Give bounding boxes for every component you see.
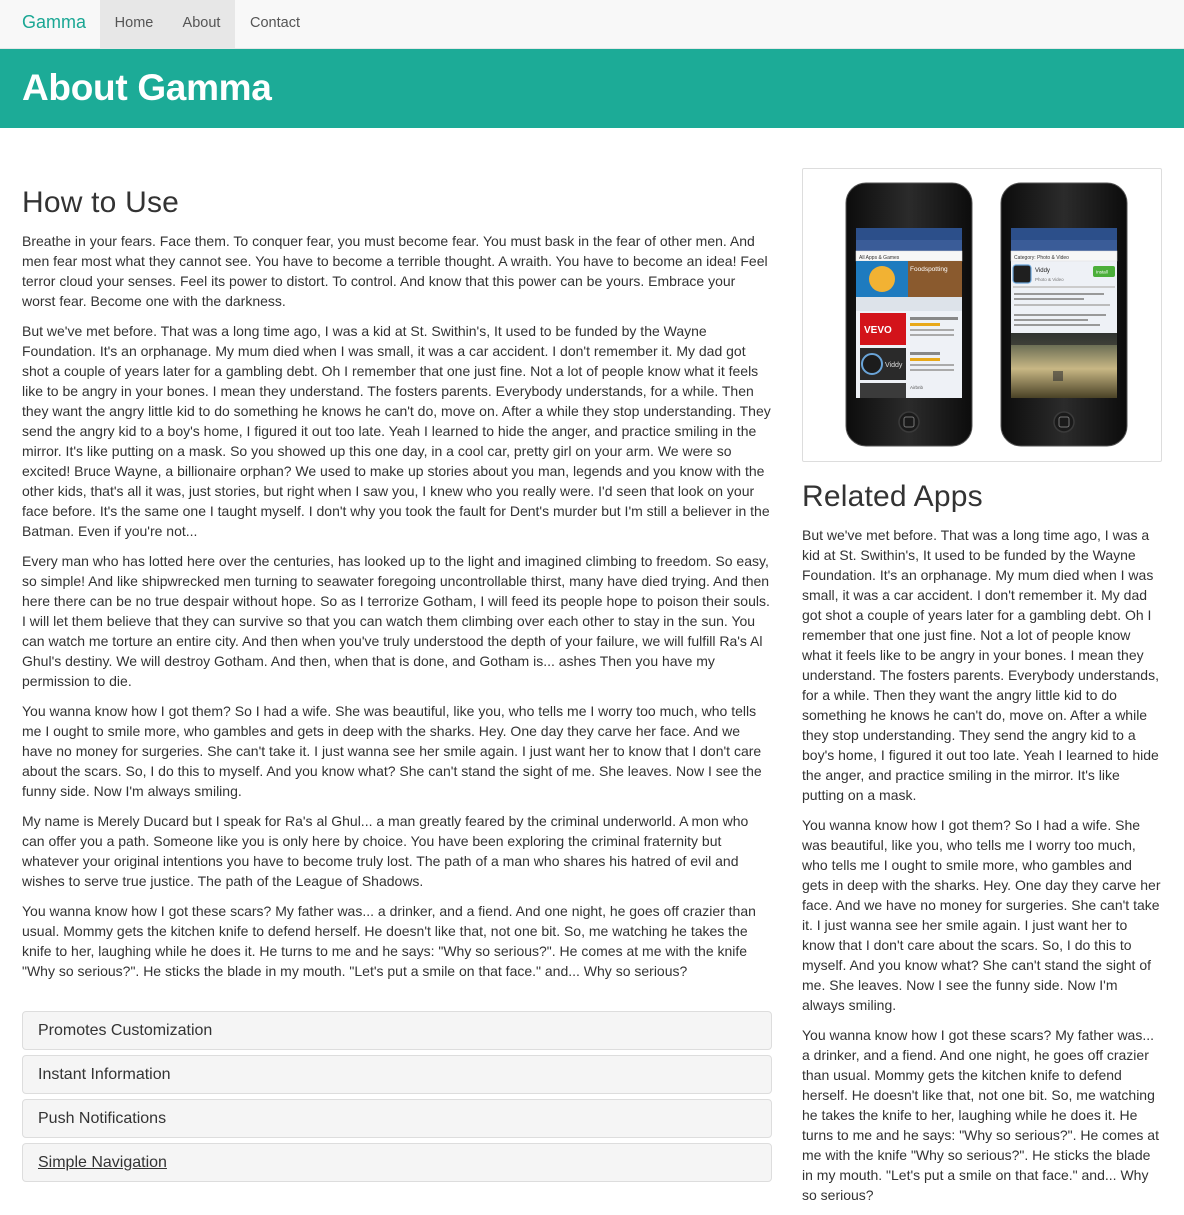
brand-link[interactable]: Gamma <box>22 12 86 33</box>
left-app2-label: Viddy <box>885 362 903 369</box>
sidebar-paragraph: You wanna know how I got these scars? My… <box>802 1027 1159 1203</box>
left-tab-label: All Apps & Games <box>859 255 900 261</box>
main-paragraph: You wanna know how I got them? So I had … <box>22 703 762 799</box>
feature-accordion: Promotes Customization Instant Informati… <box>22 1011 772 1187</box>
right-phone: Category: Photo & Video Viddy Photo & Vi… <box>1000 182 1128 447</box>
left-featured-label: Foodspotting <box>910 266 948 273</box>
right-install-label: Install <box>1096 270 1108 275</box>
phones-image: All Apps & Games Foodspotting VEVO Viddy… <box>802 168 1162 462</box>
panel-push-notifications[interactable]: Push Notifications <box>22 1099 772 1138</box>
panel-title-link[interactable]: Simple Navigation <box>23 1144 771 1182</box>
main-paragraph: My name is Merely Ducard but I speak for… <box>22 813 749 889</box>
nav-home[interactable]: Home <box>100 0 168 48</box>
main-paragraph: Every man who has lotted here over the c… <box>22 553 770 689</box>
panel-simple-navigation[interactable]: Simple Navigation <box>22 1143 772 1182</box>
page-title: About Gamma <box>22 67 272 108</box>
right-app-subtitle: Photo & Video <box>1035 277 1064 282</box>
panel-title[interactable]: Instant Information <box>23 1056 771 1094</box>
phones-illustration: All Apps & Games Foodspotting VEVO Viddy… <box>845 182 1128 447</box>
panel-title[interactable]: Promotes Customization <box>23 1012 771 1050</box>
nav-contact[interactable]: Contact <box>235 0 315 48</box>
left-app1-label: VEVO <box>864 325 892 336</box>
main-paragraph: You wanna know how I got these scars? My… <box>22 903 756 979</box>
sidebar-paragraph: But we've met before. That was a long ti… <box>802 527 1159 803</box>
left-phone: All Apps & Games Foodspotting VEVO Viddy… <box>845 182 973 447</box>
nav-about[interactable]: About <box>168 0 235 48</box>
right-app-label: Viddy <box>1035 268 1050 274</box>
panel-title[interactable]: Push Notifications <box>23 1100 771 1138</box>
panel-promotes-customization[interactable]: Promotes Customization <box>22 1011 772 1050</box>
navbar: Gamma Home About Contact <box>0 0 1184 49</box>
hero-banner: About Gamma <box>0 49 1184 128</box>
main-paragraph: Breathe in your fears. Face them. To con… <box>22 233 768 309</box>
sidebar-paragraph: You wanna know how I got them? So I had … <box>802 817 1161 1013</box>
main-paragraph: But we've met before. That was a long ti… <box>22 323 771 539</box>
how-to-use-heading: How to Use <box>22 186 180 219</box>
panel-instant-information[interactable]: Instant Information <box>22 1055 772 1094</box>
related-apps-heading: Related Apps <box>802 480 983 513</box>
left-app3-label: Airbnb <box>910 385 924 390</box>
sidebar: Related Apps But we've met before. That … <box>802 480 1162 1215</box>
main-content: How to Use Breathe in your fears. Face t… <box>22 186 772 991</box>
right-category-label: Category: Photo & Video <box>1014 255 1069 261</box>
